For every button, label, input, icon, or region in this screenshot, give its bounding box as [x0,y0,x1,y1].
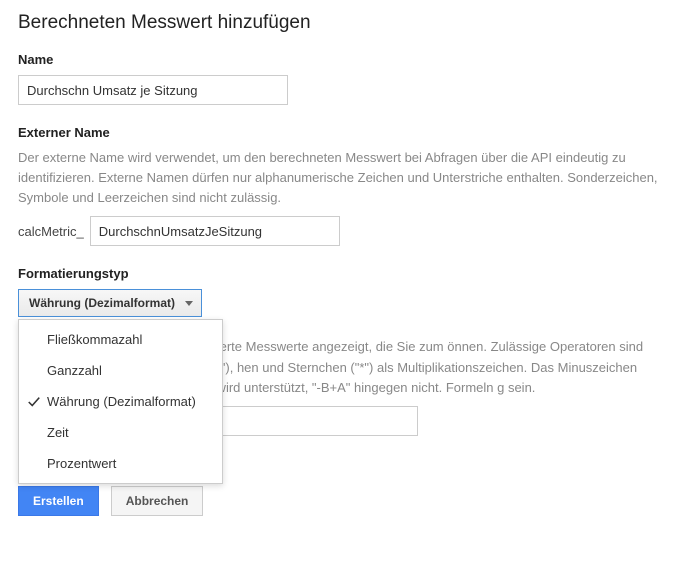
format-type-section: Formatierungstyp Währung (Dezimalformat)… [18,266,662,317]
external-name-section: Externer Name Der externe Name wird verw… [18,125,662,246]
menu-item-label: Zeit [47,425,69,440]
button-row: Erstellen Abbrechen [18,486,662,516]
cancel-button[interactable]: Abbrechen [111,486,204,516]
menu-item-percent[interactable]: Prozentwert [19,448,222,479]
format-type-label: Formatierungstyp [18,266,662,281]
menu-item-label: Währung (Dezimalformat) [47,394,196,409]
external-name-input[interactable] [90,216,340,246]
name-input[interactable] [18,75,288,105]
chevron-down-icon [185,301,193,306]
format-type-dropdown[interactable]: Währung (Dezimalformat) [18,289,202,317]
external-name-prefix: calcMetric_ [18,224,84,239]
format-type-selected: Währung (Dezimalformat) [29,296,175,310]
menu-item-label: Fließkommazahl [47,332,142,347]
external-name-label: Externer Name [18,125,662,140]
menu-item-integer[interactable]: Ganzzahl [19,355,222,386]
menu-item-currency[interactable]: Währung (Dezimalformat) [19,386,222,417]
external-name-help: Der externe Name wird verwendet, um den … [18,148,662,208]
format-type-menu: Fließkommazahl Ganzzahl Währung (Dezimal… [18,319,223,484]
menu-item-label: Ganzzahl [47,363,102,378]
name-section: Name [18,52,662,105]
check-icon [27,395,41,409]
page-title: Berechneten Messwert hinzufügen [18,12,662,34]
create-button[interactable]: Erstellen [18,486,99,516]
menu-item-float[interactable]: Fließkommazahl [19,324,222,355]
name-label: Name [18,52,662,67]
menu-item-time[interactable]: Zeit [19,417,222,448]
menu-item-label: Prozentwert [47,456,116,471]
